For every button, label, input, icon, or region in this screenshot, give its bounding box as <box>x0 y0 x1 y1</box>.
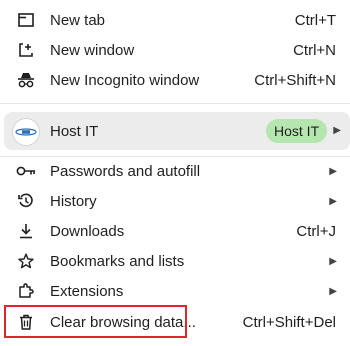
menu-item-new-tab[interactable]: New tab Ctrl+T <box>0 5 350 35</box>
new-tab-icon <box>16 10 36 30</box>
menu-item-label: New Incognito window <box>50 71 200 89</box>
chevron-right-icon: ▶ <box>329 165 337 177</box>
chevron-right-icon: ▶ <box>329 255 337 267</box>
highlight-box <box>4 305 187 338</box>
menu-item-history[interactable]: History ▶ <box>0 186 350 216</box>
chevron-right-icon: ▶ <box>329 285 337 297</box>
menu-item-label: Extensions <box>50 282 124 300</box>
menu-item-label: Downloads <box>50 222 125 240</box>
menu-item-downloads[interactable]: Downloads Ctrl+J <box>0 216 350 246</box>
menu-item-label: Passwords and autofill <box>50 162 201 180</box>
menu-item-new-incognito[interactable]: New Incognito window Ctrl+Shift+N <box>0 65 350 95</box>
key-icon <box>16 161 36 181</box>
menu-item-shortcut: Ctrl+Shift+N <box>254 71 336 89</box>
menu-item-label: Bookmarks and lists <box>50 252 185 270</box>
incognito-icon <box>16 70 36 90</box>
menu-item-shortcut: Ctrl+Shift+Del <box>242 313 336 331</box>
menu-item-label: New tab <box>50 11 106 29</box>
menu-item-label: History <box>50 192 97 210</box>
star-icon <box>16 251 36 271</box>
menu-item-shortcut: Ctrl+J <box>296 222 336 240</box>
menu-item-bookmarks[interactable]: Bookmarks and lists ▶ <box>0 246 350 276</box>
menu-divider <box>0 103 350 104</box>
menu-item-label: New window <box>50 41 135 59</box>
menu-item-shortcut: Ctrl+T <box>294 11 336 29</box>
profile-name: Host IT <box>50 123 99 140</box>
menu-item-shortcut: Ctrl+N <box>293 41 336 59</box>
profile-avatar-icon <box>12 118 40 146</box>
menu-item-extensions[interactable]: Extensions ▶ <box>0 276 350 306</box>
profile-row[interactable]: Host IT Host IT ▶ <box>4 112 350 150</box>
extensions-icon <box>16 281 36 301</box>
profile-badge: Host IT <box>266 119 328 143</box>
chevron-right-icon: ▶ <box>329 195 337 207</box>
chevron-right-icon: ▶ <box>333 125 341 136</box>
menu-item-passwords[interactable]: Passwords and autofill ▶ <box>0 156 350 186</box>
new-window-icon <box>16 40 36 60</box>
history-icon <box>16 191 36 211</box>
menu-item-new-window[interactable]: New window Ctrl+N <box>0 35 350 65</box>
download-icon <box>16 221 36 241</box>
